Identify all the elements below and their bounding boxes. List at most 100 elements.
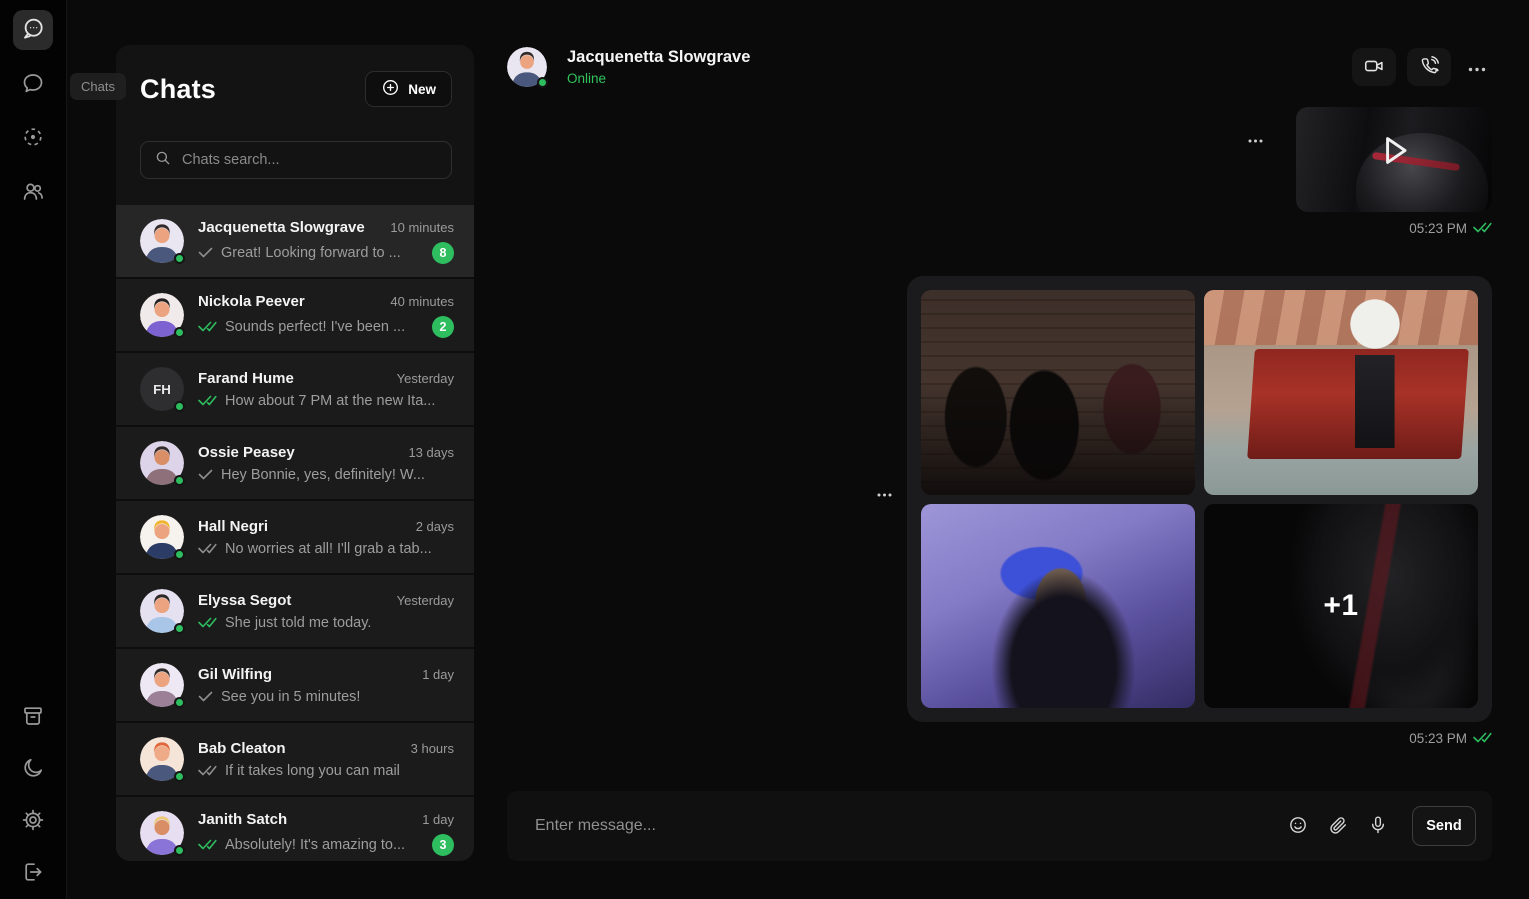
- sidebar: [0, 0, 67, 899]
- video-call-button[interactable]: [1352, 48, 1396, 86]
- chat-header-status: Online: [567, 71, 750, 86]
- read-status-icon: [198, 395, 217, 406]
- read-status-icon: [198, 247, 213, 258]
- sidebar-item-status[interactable]: [13, 118, 53, 158]
- read-status-icon: [198, 839, 217, 850]
- chat-search[interactable]: [140, 141, 452, 179]
- photo-roof-texture: [1204, 290, 1478, 345]
- photo-cafe-group[interactable]: [921, 290, 1195, 495]
- status-circle-icon: [21, 125, 45, 152]
- read-status-icon: [198, 691, 213, 702]
- archive-icon: [21, 704, 45, 731]
- message-input[interactable]: [535, 817, 1278, 835]
- conversation-time: 1 day: [422, 812, 454, 827]
- chat-search-input[interactable]: [182, 152, 438, 168]
- message-composer: Send: [507, 791, 1492, 861]
- conversation-preview: Sounds perfect! I've been ...: [225, 319, 424, 335]
- conversation-time: 40 minutes: [390, 294, 454, 309]
- online-indicator: [174, 475, 185, 486]
- conversation-list-item[interactable]: Hall Negri 2 days No worries at all! I'l…: [116, 501, 474, 575]
- unread-badge: 3: [432, 834, 454, 856]
- more-images-overlay[interactable]: +1: [1204, 504, 1478, 709]
- ellipsis-icon: [877, 485, 892, 500]
- conversation-name: Nickola Peever: [198, 293, 305, 310]
- sidebar-item-logo[interactable]: [13, 10, 53, 50]
- delivered-check-icon: [1473, 731, 1492, 746]
- unread-badge: 2: [432, 316, 454, 338]
- gear-icon: [21, 808, 45, 835]
- microphone-icon: [1368, 815, 1388, 838]
- read-status-icon: [198, 321, 217, 332]
- video-message-thumbnail[interactable]: [1296, 107, 1492, 212]
- emoji-button[interactable]: [1278, 806, 1318, 846]
- conversation-preview: No worries at all! I'll grab a tab...: [225, 541, 454, 557]
- conversation-time: 13 days: [408, 445, 454, 460]
- delivered-check-icon: [1473, 221, 1492, 236]
- ellipsis-icon: [1468, 60, 1486, 75]
- attach-button[interactable]: [1318, 806, 1358, 846]
- conversation-preview: See you in 5 minutes!: [221, 689, 454, 705]
- sidebar-item-settings[interactable]: [13, 801, 53, 841]
- photo-robot-on-bench[interactable]: [1204, 290, 1478, 495]
- chats-title: Chats: [140, 74, 216, 105]
- logout-icon: [21, 860, 45, 887]
- search-icon: [154, 149, 172, 172]
- new-chat-button[interactable]: New: [365, 71, 452, 107]
- voice-call-button[interactable]: [1407, 48, 1451, 86]
- chat-logo-icon: [20, 16, 46, 45]
- conversation-time: Yesterday: [397, 593, 454, 608]
- conversation-name: Janith Satch: [198, 811, 287, 828]
- conversation-list-item[interactable]: FH Farand Hume Yesterday How about 7 PM …: [116, 353, 474, 427]
- photo-dark-robot[interactable]: +1: [1204, 504, 1478, 709]
- sidebar-item-theme[interactable]: [13, 749, 53, 789]
- chat-bubble-icon: [21, 71, 45, 98]
- chats-panel-header: Chats New: [116, 45, 474, 107]
- conversation-name: Jacquenetta Slowgrave: [198, 219, 365, 236]
- chat-list: Jacquenetta Slowgrave 10 minutes Great! …: [116, 205, 474, 861]
- online-indicator: [174, 697, 185, 708]
- conversation-name: Ossie Peasey: [198, 444, 295, 461]
- conversation-list-item[interactable]: Ossie Peasey 13 days Hey Bonnie, yes, de…: [116, 427, 474, 501]
- message-time: 05:23 PM: [1409, 221, 1467, 236]
- read-status-icon: [198, 617, 217, 628]
- chat-options-button[interactable]: [1462, 52, 1492, 82]
- conversation-name: Hall Negri: [198, 518, 268, 535]
- online-indicator: [174, 549, 185, 560]
- conversation-list-item[interactable]: Nickola Peever 40 minutes Sounds perfect…: [116, 279, 474, 353]
- conversation-time: 1 day: [422, 667, 454, 682]
- online-indicator: [174, 845, 185, 856]
- sidebar-item-logout[interactable]: [13, 853, 53, 893]
- sidebar-item-contacts[interactable]: [13, 172, 53, 212]
- mic-button[interactable]: [1358, 806, 1398, 846]
- conversation-preview: She just told me today.: [225, 615, 454, 631]
- ellipsis-icon: [1248, 131, 1263, 146]
- conversation-list-item[interactable]: Bab Cleaton 3 hours If it takes long you…: [116, 723, 474, 797]
- svg-text:FH: FH: [153, 382, 171, 397]
- conversation-preview: Great! Looking forward to ...: [221, 245, 424, 261]
- conversation-name: Farand Hume: [198, 370, 294, 387]
- sidebar-item-chats[interactable]: [13, 64, 53, 104]
- conversation-preview: If it takes long you can mail: [225, 763, 454, 779]
- conversation-list-item[interactable]: Elyssa Segot Yesterday She just told me …: [116, 575, 474, 649]
- conversation-name: Elyssa Segot: [198, 592, 291, 609]
- message-options-button[interactable]: [1244, 127, 1267, 150]
- sidebar-item-archive[interactable]: [13, 697, 53, 737]
- photo-vr-headset-man[interactable]: [921, 504, 1195, 709]
- conversation-list-item[interactable]: Janith Satch 1 day Absolutely! It's amaz…: [116, 797, 474, 861]
- image-grid-card: +1: [907, 276, 1492, 722]
- conversation-list-item[interactable]: Jacquenetta Slowgrave 10 minutes Great! …: [116, 205, 474, 279]
- conversation-time: 2 days: [416, 519, 454, 534]
- send-button[interactable]: Send: [1412, 806, 1476, 846]
- online-indicator: [174, 623, 185, 634]
- conversation-list-item[interactable]: Gil Wilfing 1 day See you in 5 minutes!: [116, 649, 474, 723]
- message-video: 05:23 PM: [1244, 107, 1492, 236]
- online-indicator: [174, 253, 185, 264]
- read-status-icon: [198, 543, 217, 554]
- chat-header-name: Jacquenetta Slowgrave: [567, 48, 750, 67]
- new-chat-label: New: [408, 82, 436, 97]
- attachment-icon: [1328, 815, 1348, 838]
- play-icon[interactable]: [1372, 129, 1416, 178]
- message-options-button[interactable]: [873, 481, 896, 504]
- message-time: 05:23 PM: [1409, 731, 1467, 746]
- conversation-preview: How about 7 PM at the new Ita...: [225, 393, 454, 409]
